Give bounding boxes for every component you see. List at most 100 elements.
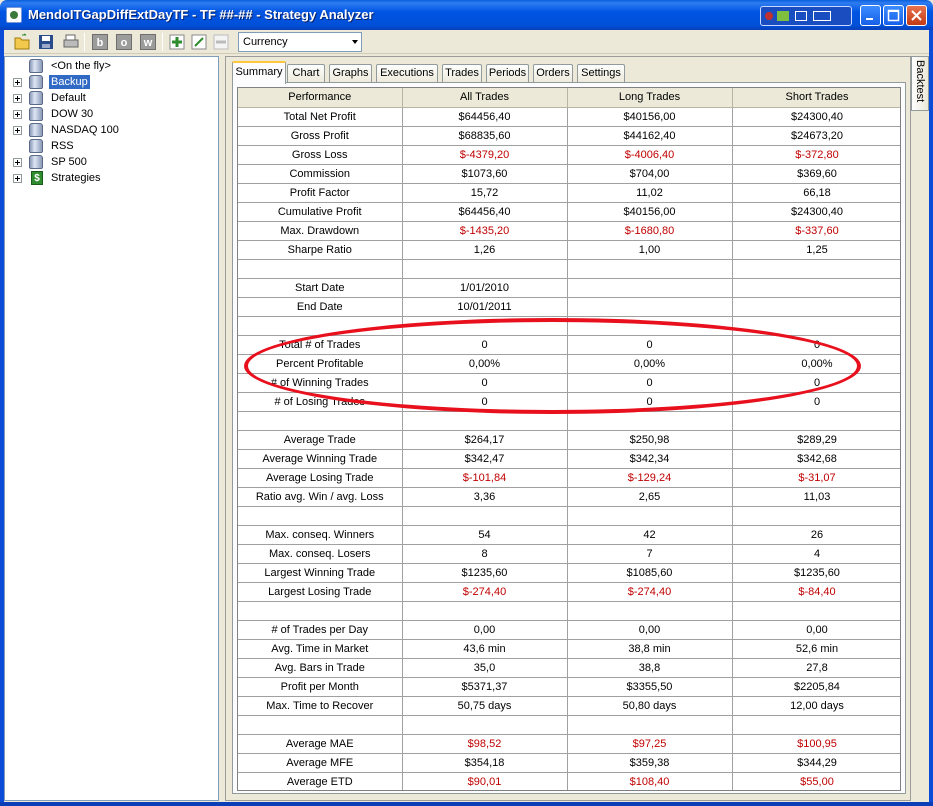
nvidia-icon — [777, 11, 789, 21]
metric-name-cell: Max. conseq. Losers — [238, 544, 403, 564]
column-header[interactable]: All Trades — [402, 88, 568, 108]
metric-value-cell — [732, 259, 900, 279]
metric-value-cell: 0,00 — [402, 620, 568, 640]
expand-icon[interactable] — [13, 94, 22, 103]
tab-backtest[interactable]: Backtest — [911, 56, 929, 111]
metric-value-cell: $-274,40 — [402, 582, 568, 602]
metric-value-cell: $1235,60 — [732, 563, 900, 583]
tree-item-label: SP 500 — [51, 156, 87, 168]
print-button[interactable] — [62, 33, 80, 51]
tree-item-strategies[interactable]: $ Strategies — [5, 170, 215, 186]
title-bar: MendoITGapDiffExtDayTF - TF ##-## - Stra… — [0, 0, 933, 30]
toolbar-separator — [84, 33, 85, 51]
metric-value-cell: 1,26 — [402, 240, 568, 260]
metric-value-cell: $90,01 — [402, 772, 568, 790]
tab-periods[interactable]: Periods — [486, 64, 529, 83]
tab-settings[interactable]: Settings — [577, 64, 625, 83]
metric-value-cell: 3,36 — [402, 487, 568, 507]
minimize-icon — [866, 18, 873, 20]
metric-value-cell: $342,34 — [567, 449, 733, 469]
chevron-down-icon — [352, 40, 358, 44]
metric-name-cell: Total # of Trades — [238, 335, 403, 355]
table-row — [238, 411, 900, 431]
metric-value-cell: 38,8 min — [567, 639, 733, 659]
expand-icon[interactable] — [13, 78, 22, 87]
metric-value-cell: $5371,37 — [402, 677, 568, 697]
metric-value-cell: 35,0 — [402, 658, 568, 678]
maximize-button[interactable] — [883, 5, 904, 26]
metric-value-cell: $44162,40 — [567, 126, 733, 146]
close-button[interactable] — [906, 5, 927, 26]
column-header[interactable]: Short Trades — [732, 88, 900, 108]
tree-item-label: DOW 30 — [51, 108, 94, 120]
tree-item-on-the-fly[interactable]: <On the fly> — [5, 58, 215, 74]
edit-icon — [191, 34, 207, 50]
currency-select[interactable]: Currency — [238, 32, 362, 52]
metric-name-cell: Largest Losing Trade — [238, 582, 403, 602]
tree-item-backup[interactable]: Backup — [5, 74, 215, 90]
tab-executions[interactable]: Executions — [376, 64, 438, 83]
expand-icon[interactable] — [13, 174, 22, 183]
tab-graphs[interactable]: Graphs — [329, 64, 372, 83]
metric-value-cell: 10/01/2011 — [402, 297, 568, 317]
expand-icon[interactable] — [13, 110, 22, 119]
table-row: # of Trades per Day 0,00 0,00 0,00 — [238, 620, 900, 640]
metric-value-cell: $704,00 — [567, 164, 733, 184]
tab-summary[interactable]: Summary — [232, 61, 286, 84]
remove-button[interactable] — [212, 33, 230, 51]
metric-name-cell: Max. Time to Recover — [238, 696, 403, 716]
tree-item-sp-500[interactable]: SP 500 — [5, 154, 215, 170]
metric-name-cell: Percent Profitable — [238, 354, 403, 374]
table-row: Average ETD $90,01 $108,40 $55,00 — [238, 772, 900, 790]
column-header[interactable]: Long Trades — [567, 88, 733, 108]
summary-tab-page: Performance All Trades Long Trades Short Tr… — [232, 82, 906, 794]
window-border-right — [929, 30, 933, 802]
metric-value-cell: $-84,40 — [732, 582, 900, 602]
tree-item-dow-30[interactable]: DOW 30 — [5, 106, 215, 122]
tab-trades[interactable]: Trades — [442, 64, 482, 83]
tree-item-rss[interactable]: RSS — [5, 138, 215, 154]
titlebar-extra-controls[interactable] — [760, 6, 852, 26]
column-header[interactable]: Performance — [238, 88, 403, 108]
tree-item-label: RSS — [51, 140, 74, 152]
metric-value-cell: 1,25 — [732, 240, 900, 260]
metric-value-cell: 15,72 — [402, 183, 568, 203]
table-row: Total # of Trades 0 0 0 — [238, 335, 900, 355]
save-icon — [39, 35, 53, 49]
metric-value-cell: 0 — [567, 373, 733, 393]
tree-item-default[interactable]: Default — [5, 90, 215, 106]
expand-icon[interactable] — [13, 158, 22, 167]
metric-name-cell — [238, 715, 403, 735]
tree-item-nasdaq-100[interactable]: NASDAQ 100 — [5, 122, 215, 138]
b-button[interactable]: b — [92, 34, 108, 50]
o-button[interactable]: o — [116, 34, 132, 50]
metric-value-cell: $40156,00 — [567, 107, 733, 127]
metric-value-cell: 7 — [567, 544, 733, 564]
metric-name-cell: Sharpe Ratio — [238, 240, 403, 260]
metric-value-cell — [567, 506, 733, 526]
minimize-button[interactable] — [860, 5, 881, 26]
toolbar: b o w Currency — [4, 30, 929, 54]
database-icon — [29, 59, 43, 73]
performance-grid[interactable]: Performance All Trades Long Trades Short Tr… — [237, 87, 901, 791]
metric-value-cell: $24673,20 — [732, 126, 900, 146]
metric-value-cell: 52,6 min — [732, 639, 900, 659]
open-folder-button[interactable] — [14, 33, 32, 51]
metric-value-cell: 0 — [402, 335, 568, 355]
table-row — [238, 715, 900, 735]
metric-value-cell — [732, 411, 900, 431]
expand-icon[interactable] — [13, 126, 22, 135]
dollar-icon: $ — [31, 171, 43, 185]
w-button[interactable]: w — [140, 34, 156, 50]
metric-value-cell: $64456,40 — [402, 202, 568, 222]
add-button[interactable] — [168, 33, 186, 51]
table-row: Max. conseq. Losers 8 7 4 — [238, 544, 900, 564]
metric-value-cell: 38,8 — [567, 658, 733, 678]
save-button[interactable] — [37, 33, 55, 51]
tab-orders[interactable]: Orders — [533, 64, 573, 83]
edit-button[interactable] — [190, 33, 208, 51]
tab-chart[interactable]: Chart — [287, 64, 325, 83]
metric-name-cell: Average Winning Trade — [238, 449, 403, 469]
metric-value-cell: 11,03 — [732, 487, 900, 507]
metric-name-cell: Profit per Month — [238, 677, 403, 697]
